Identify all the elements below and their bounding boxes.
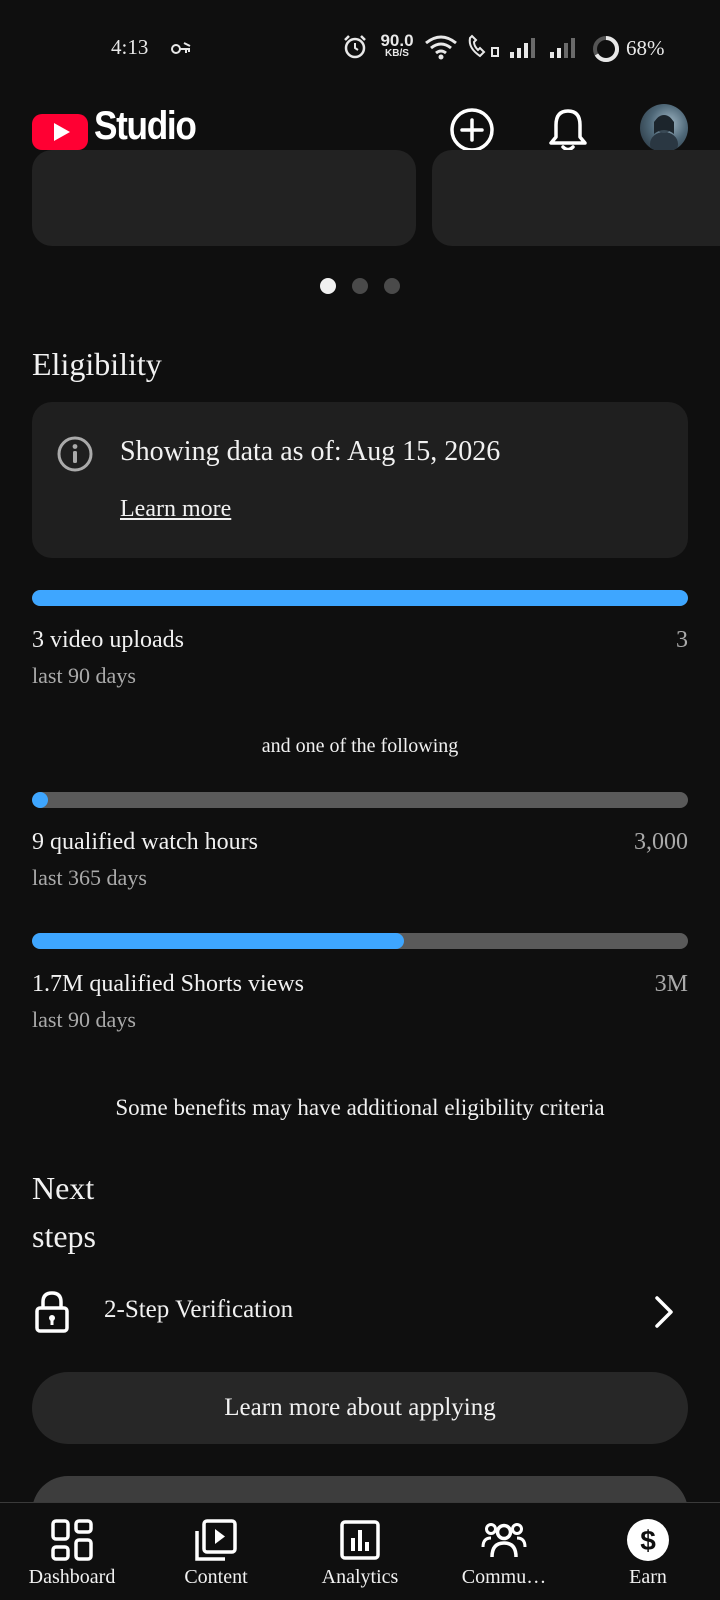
youtube-logo-icon[interactable]	[32, 112, 88, 152]
info-icon	[57, 436, 93, 472]
battery-ring-icon	[593, 35, 619, 62]
signal-sim2-icon	[550, 38, 575, 58]
carousel-indicator	[0, 278, 720, 294]
create-button[interactable]	[446, 104, 498, 156]
shorts-views-label: 1.7M qualified Shorts views	[32, 971, 304, 997]
nav-dashboard[interactable]: Dashboard	[0, 1503, 144, 1600]
earn-icon: $	[627, 1519, 669, 1561]
nav-content[interactable]: Content	[144, 1503, 288, 1600]
data-freshness-card: Showing data as of: Aug 15, 2026 Learn m…	[32, 402, 688, 558]
shorts-views-progress-fill	[32, 933, 404, 949]
nav-content-label: Content	[184, 1566, 248, 1588]
avatar-image	[650, 115, 678, 152]
learn-more-about-applying-button[interactable]: Learn more about applying	[32, 1372, 688, 1444]
add-circle-icon	[450, 108, 494, 152]
status-time: 4:13	[111, 35, 149, 59]
shorts-views-progress-bar	[32, 933, 688, 949]
chevron-right-icon	[655, 1296, 673, 1328]
nav-analytics[interactable]: Analytics	[288, 1503, 432, 1600]
data-date-text: Showing data as of: Aug 15, 2026	[120, 436, 501, 467]
watch-hours-progress-fill	[32, 792, 48, 808]
carousel-card-1[interactable]	[32, 150, 416, 246]
net-speed: 90.0 KB/S	[380, 31, 414, 59]
avatar[interactable]	[640, 104, 688, 152]
watch-hours-progress-bar	[32, 792, 688, 808]
bottom-nav: Dashboard Content Analytics Commu… $ Ear…	[0, 1502, 720, 1600]
shorts-views-target: 3M	[654, 971, 688, 997]
carousel-dot[interactable]	[352, 278, 368, 294]
carousel-dot[interactable]	[320, 278, 336, 294]
and-one-of-following: and one of the following	[261, 735, 459, 757]
wifi-icon	[425, 35, 457, 60]
uploads-progress-bar	[32, 590, 688, 606]
svg-text:$: $	[640, 1525, 656, 1556]
bell-icon	[549, 109, 587, 152]
carousel-card-2[interactable]	[432, 150, 720, 246]
carousel-dot[interactable]	[384, 278, 400, 294]
eligibility-footnote: Some benefits may have additional eligib…	[115, 1095, 605, 1120]
wifi-calling-icon	[468, 34, 499, 58]
uploads-period: last 90 days	[32, 663, 136, 688]
nav-earn[interactable]: $ Earn	[576, 1503, 720, 1600]
uploads-label: 3 video uploads	[32, 627, 184, 653]
lock-icon	[35, 1291, 69, 1333]
signal-sim1-icon	[510, 38, 535, 58]
uploads-target: 3	[676, 627, 688, 653]
nav-earn-label: Earn	[629, 1566, 667, 1588]
learn-more-link[interactable]: Learn more	[120, 496, 231, 523]
watch-hours-period: last 365 days	[32, 865, 147, 890]
two-step-verification-row[interactable]: 2-Step Verification	[0, 1278, 720, 1354]
watch-hours-target: 3,000	[634, 829, 688, 855]
nav-analytics-label: Analytics	[321, 1566, 399, 1588]
next-steps-title: Next steps	[32, 1170, 96, 1254]
notifications-button[interactable]	[542, 104, 594, 156]
dashboard-icon	[51, 1519, 93, 1561]
vpn-key-icon	[171, 42, 191, 54]
nav-community[interactable]: Commu…	[432, 1503, 576, 1600]
content-icon	[195, 1519, 237, 1561]
eligibility-title: Eligibility	[32, 346, 162, 382]
nav-community-label: Commu…	[461, 1566, 547, 1588]
community-icon	[481, 1523, 527, 1558]
uploads-progress-fill	[32, 590, 688, 606]
battery-percent: 68%	[626, 36, 665, 60]
two-step-verification-label: 2-Step Verification	[104, 1296, 294, 1323]
alarm-icon	[344, 35, 366, 59]
status-bar: 4:13 90.0 KB/S 68%	[0, 0, 720, 96]
shorts-views-period: last 90 days	[32, 1007, 136, 1032]
nav-dashboard-label: Dashboard	[28, 1566, 116, 1588]
analytics-icon	[340, 1520, 380, 1560]
watch-hours-label: 9 qualified watch hours	[32, 829, 258, 855]
app-title: Studio	[94, 104, 197, 148]
